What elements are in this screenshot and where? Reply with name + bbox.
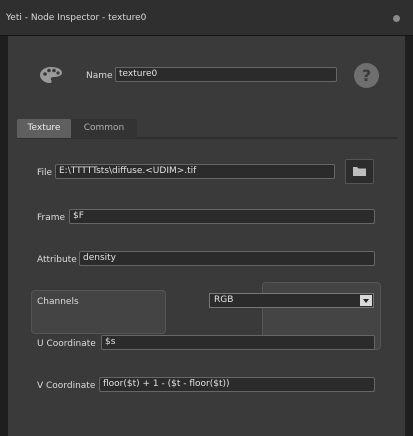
v-coordinate-label: V Coordinate [37,381,96,391]
channels-value: RGB [214,295,234,305]
folder-icon [353,167,366,176]
u-coordinate-input[interactable]: $s [101,335,375,350]
file-input[interactable]: E:\TTTTTsts\diffuse.<UDIM>.tif [55,164,335,179]
channels-select[interactable]: RGB [209,293,374,308]
palette-icon [40,67,62,83]
u-coordinate-label: U Coordinate [37,339,96,349]
browse-button[interactable] [345,159,374,184]
v-coordinate-input[interactable]: floor($t) + 1 - ($t - floor($t)) [99,377,375,392]
tab-texture[interactable]: Texture [17,119,71,138]
attribute-label: Attribute [37,255,77,265]
inspector-panel [8,36,405,436]
channels-label: Channels [37,297,79,307]
tab-common[interactable]: Common [71,119,137,138]
attribute-input[interactable]: density [79,251,375,266]
window-title: Yeti - Node Inspector - texture0 [6,13,147,23]
help-icon[interactable]: ? [354,63,379,88]
name-label: Name [86,71,113,81]
title-bar: Yeti - Node Inspector - texture0 [0,0,413,36]
chevron-down-icon[interactable] [360,295,372,306]
close-icon[interactable] [393,15,400,22]
frame-input[interactable]: $F [69,209,375,224]
file-label: File [37,168,53,178]
frame-label: Frame [37,213,66,223]
name-input[interactable]: texture0 [115,67,337,82]
